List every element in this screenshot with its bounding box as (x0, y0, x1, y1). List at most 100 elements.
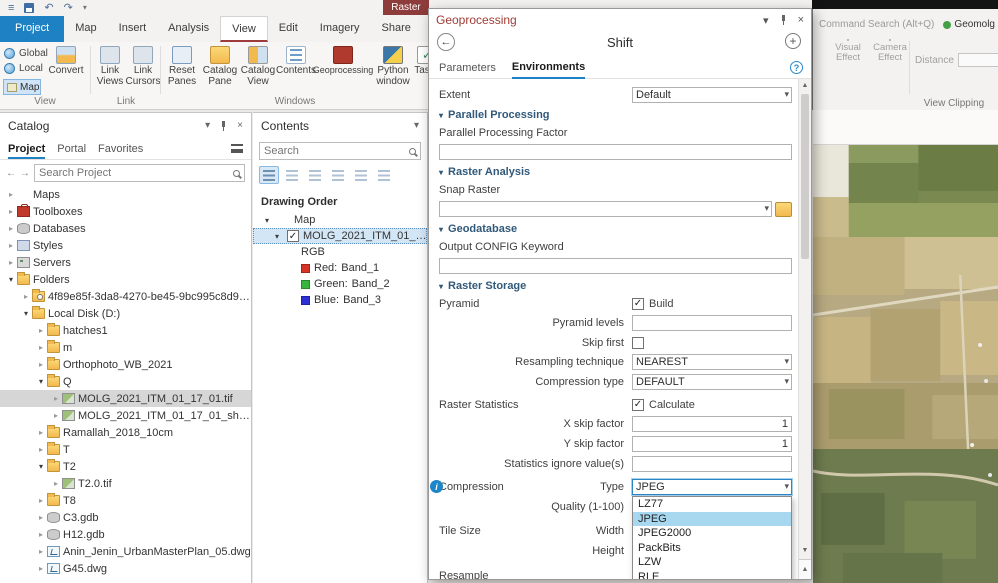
list-by-drawing-order-icon[interactable] (259, 166, 279, 184)
expand-arrow-icon[interactable]: ▸ (35, 530, 47, 539)
catalog-tree-item[interactable]: ▾ Local Disk (D:) (0, 305, 251, 322)
resampling-dropdown[interactable]: NEAREST (632, 354, 792, 370)
y-skip-input[interactable]: 1 (632, 436, 792, 452)
tab-edit[interactable]: Edit (268, 16, 309, 42)
catalog-tree-item[interactable]: ▸ H12.gdb (0, 526, 251, 543)
list-by-snapping-icon[interactable] (351, 166, 371, 184)
reset-panes-button[interactable]: Reset Panes (164, 45, 200, 97)
expand-arrow-icon[interactable]: ▸ (5, 241, 17, 250)
catalog-tree-item[interactable]: ▾ Q (0, 373, 251, 390)
dropdown-option[interactable]: LZ77 (633, 497, 791, 512)
dock-menu-icon[interactable]: ▾ (763, 14, 769, 27)
output-config-input[interactable] (439, 258, 792, 274)
map-node[interactable]: ▾ Map (253, 212, 427, 228)
dock-menu-icon[interactable]: ▾ (414, 120, 419, 131)
contents-search-input[interactable] (264, 145, 409, 157)
expand-arrow-icon[interactable]: ▸ (5, 207, 17, 216)
catalog-tree-item[interactable]: ▸ Orthophoto_WB_2021 (0, 356, 251, 373)
catalog-tree-item[interactable]: ▸ Ramallah_2018_10cm (0, 424, 251, 441)
back-icon[interactable]: ← (6, 168, 16, 179)
tab-parameters[interactable]: Parameters (439, 62, 496, 78)
calculate-checkbox[interactable] (632, 398, 644, 411)
layer-node[interactable]: ▾ MOLG_2021_ITM_01_17_01.tif (253, 228, 427, 244)
expand-arrow-icon[interactable]: ▸ (35, 547, 47, 556)
expand-arrow-icon[interactable]: ▾ (261, 216, 273, 225)
expand-arrow-icon[interactable]: ▸ (20, 292, 32, 301)
global-scene-button[interactable]: Global (4, 47, 48, 60)
section-geodatabase[interactable]: Geodatabase (439, 223, 792, 235)
scroll-up-icon[interactable]: ▲ (799, 79, 811, 92)
list-by-selection-icon[interactable] (305, 166, 325, 184)
contents-button[interactable]: Contents (276, 45, 316, 97)
list-by-editing-icon[interactable] (328, 166, 348, 184)
build-checkbox[interactable] (632, 297, 644, 310)
catalog-tree-item[interactable]: ▸ T (0, 441, 251, 458)
scrollbar-thumb[interactable] (801, 94, 809, 259)
expand-arrow-icon[interactable]: ▸ (35, 445, 47, 454)
catalog-search-input[interactable] (39, 167, 233, 179)
snap-raster-dropdown[interactable] (439, 201, 772, 217)
catalog-tree-item[interactable]: ▸ m (0, 339, 251, 356)
expand-arrow-icon[interactable]: ▸ (50, 394, 62, 403)
tab-insert[interactable]: Insert (108, 16, 158, 42)
catalog-tree-item[interactable]: ▸ C3.gdb (0, 509, 251, 526)
link-cursors-button[interactable]: Link Cursors (126, 45, 161, 97)
stats-ignore-input[interactable] (632, 456, 792, 472)
list-by-source-icon[interactable] (282, 166, 302, 184)
catalog-tree-item[interactable]: ▸ T8 (0, 492, 251, 509)
expand-arrow-icon[interactable]: ▸ (35, 326, 47, 335)
close-icon[interactable]: × (237, 120, 243, 131)
section-raster-storage[interactable]: Raster Storage (439, 280, 792, 292)
forward-icon[interactable]: → (20, 168, 30, 179)
catalog-tree-item[interactable]: ▸ MOLG_2021_ITM_01_17_01_shift.tif (0, 407, 251, 424)
expand-arrow-icon[interactable]: ▸ (50, 479, 62, 488)
catalog-tree-item[interactable]: ▸ Anin_Jenin_UrbanMasterPlan_05.dwg (0, 543, 251, 560)
local-scene-button[interactable]: Local (4, 62, 43, 75)
add-to-project-button[interactable]: + (785, 33, 801, 49)
tab-map[interactable]: Map (64, 16, 107, 42)
dock-menu-icon[interactable]: ▾ (205, 120, 210, 131)
expand-arrow-icon[interactable]: ▸ (35, 564, 47, 573)
catalog-view-button[interactable]: Catalog View (240, 45, 276, 97)
expand-arrow-icon[interactable]: ▸ (35, 360, 47, 369)
catalog-tree-item[interactable]: ▸ Maps (0, 186, 251, 203)
expand-arrow-icon[interactable]: ▸ (35, 496, 47, 505)
expand-arrow-icon[interactable]: ▸ (5, 190, 17, 199)
catalog-tree-item[interactable]: ▸ Styles (0, 237, 251, 254)
expand-arrow-icon[interactable]: ▸ (5, 258, 17, 267)
expand-arrow-icon[interactable]: ▾ (271, 232, 283, 241)
type-dropdown[interactable]: JPEG (632, 479, 792, 495)
catalog-tree-item[interactable]: ▸ 4f89e85f-3da8-4270-be45-9bc995c8d956 (0, 288, 251, 305)
pin-icon[interactable] (219, 120, 228, 131)
catalog-tree-item[interactable]: ▸ hatches1 (0, 322, 251, 339)
app-menu-icon[interactable]: ≡ (8, 2, 14, 14)
tab-share[interactable]: Share (371, 16, 422, 42)
layer-visibility-checkbox[interactable] (287, 230, 299, 242)
compression-type-dropdown[interactable]: DEFAULT (632, 374, 792, 390)
redo-icon[interactable]: ↷ (64, 2, 73, 14)
catalog-tree-item[interactable]: ▸ G45.dwg (0, 560, 251, 577)
expand-arrow-icon[interactable]: ▸ (35, 513, 47, 522)
geoprocessing-button[interactable]: Geoprocessing (313, 45, 373, 97)
pin-icon[interactable] (779, 15, 788, 25)
scroll-down-icon[interactable]: ▼ (799, 544, 811, 557)
expand-arrow-icon[interactable]: ▾ (20, 309, 32, 318)
customize-qat-icon[interactable]: ▾ (83, 4, 87, 12)
command-search[interactable]: Command Search (Alt+Q) (819, 19, 934, 30)
expand-arrow-icon[interactable]: ▾ (35, 462, 47, 471)
python-window-button[interactable]: Python window (374, 45, 412, 97)
dropdown-option[interactable]: RLE (633, 570, 791, 579)
catalog-tab-portal[interactable]: Portal (57, 138, 86, 159)
dropdown-option[interactable]: LZW (633, 555, 791, 570)
context-tab-raster[interactable]: Raster (383, 0, 429, 15)
expand-arrow-icon[interactable]: ▾ (5, 275, 17, 284)
catalog-tab-project[interactable]: Project (8, 138, 45, 159)
expand-arrow-icon[interactable]: ▸ (5, 224, 17, 233)
distance-input[interactable] (957, 53, 998, 67)
catalog-tree-item[interactable]: ▸ T2.0.tif (0, 475, 251, 492)
geoprocessing-title-bar[interactable]: Geoprocessing ▾ × (429, 9, 811, 31)
expand-arrow-icon[interactable]: ▸ (50, 411, 62, 420)
catalog-tree-item[interactable]: ▸ Databases (0, 220, 251, 237)
catalog-tree-item[interactable]: ▸ Toolboxes (0, 203, 251, 220)
tab-imagery[interactable]: Imagery (309, 16, 371, 42)
